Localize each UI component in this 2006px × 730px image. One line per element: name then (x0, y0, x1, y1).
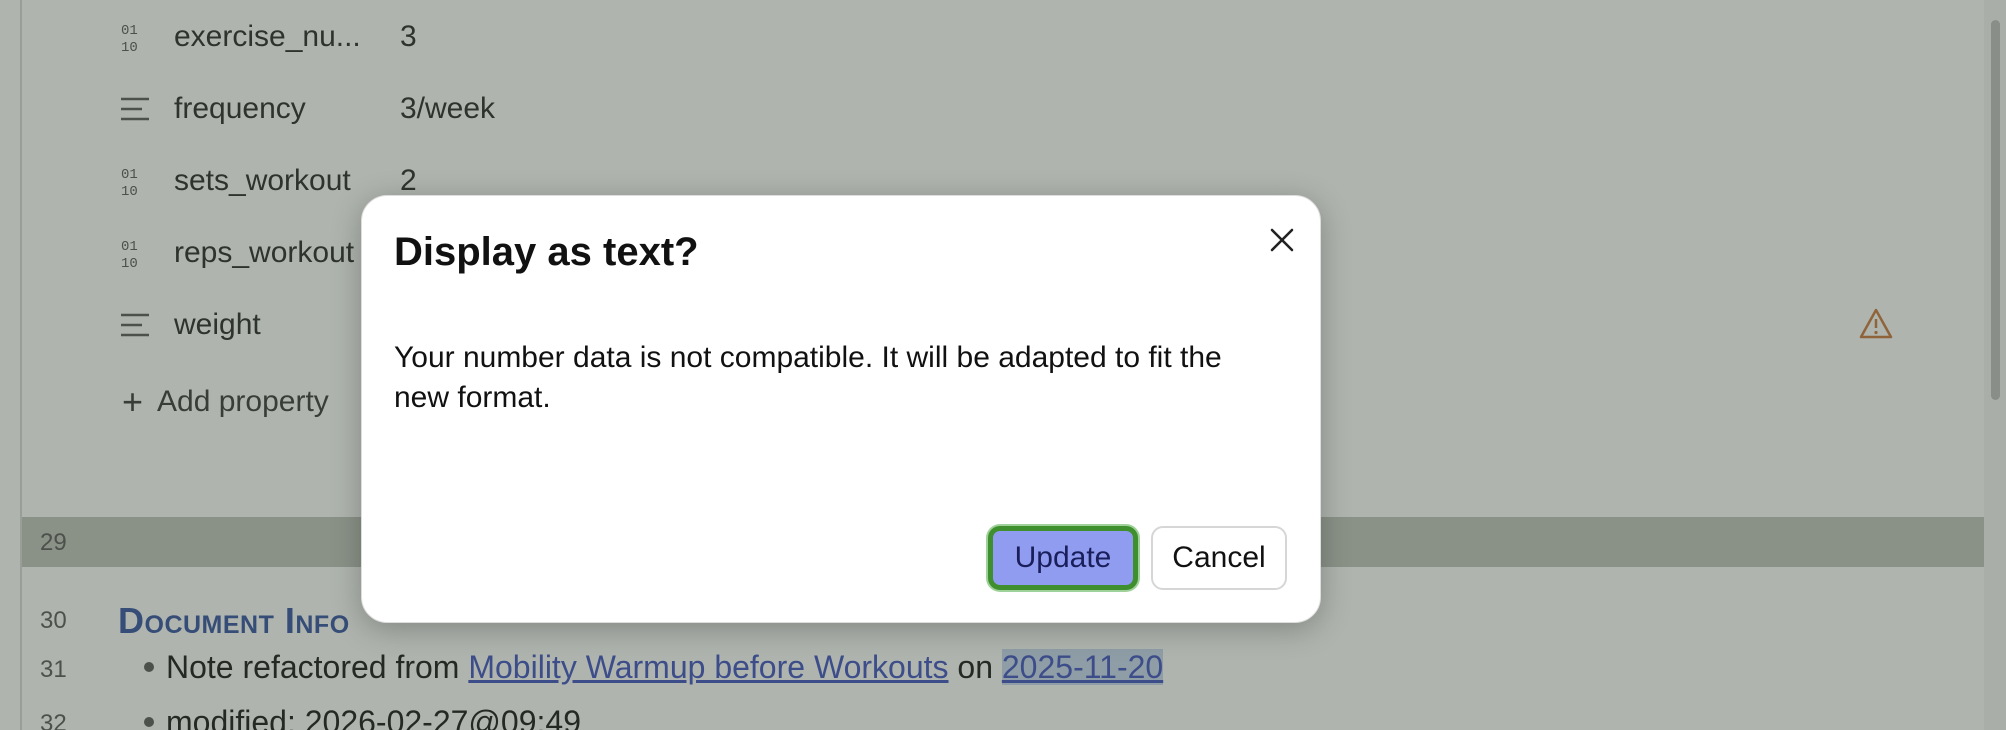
close-icon[interactable] (1260, 218, 1304, 262)
dialog-message: Your number data is not compatible. It w… (394, 341, 1222, 414)
dialog-title: Display as text? (394, 230, 699, 274)
note-editor: 01 10 exercise_nu... 3 frequency 3/week 0… (0, 0, 2006, 730)
display-as-text-dialog: Display as text? Your number data is not… (361, 195, 1321, 623)
update-button[interactable]: Update (988, 526, 1138, 590)
cancel-button[interactable]: Cancel (1151, 526, 1287, 590)
